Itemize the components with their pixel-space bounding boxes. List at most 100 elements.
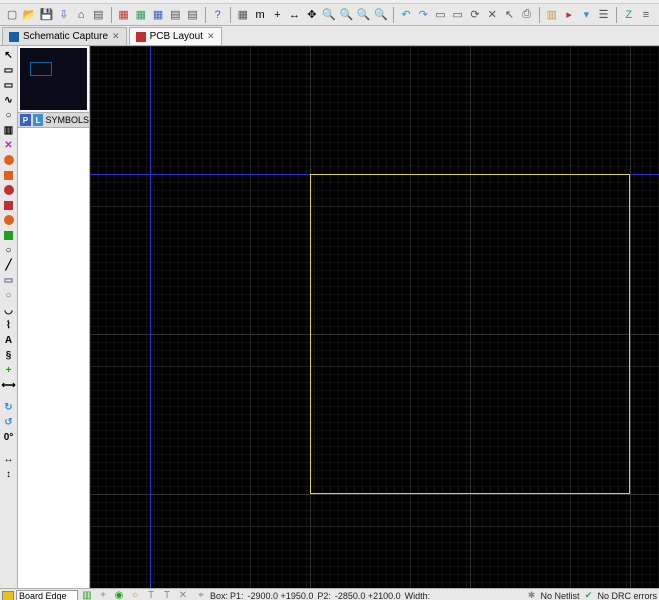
block-rotate-button[interactable]: ⟳ [467,6,483,24]
origin-button[interactable]: + [269,6,285,24]
toggle-m-button[interactable]: m [252,6,268,24]
status-bar: ▥+◉○TT✕⌖ Box: P1: -2900.0 +1950.0 P2: -2… [0,588,659,600]
pan-button[interactable]: ✥ [304,6,320,24]
undo-button[interactable]: ↶ [398,6,414,24]
pcb-layout-button[interactable]: ▦ [115,6,131,24]
autoroute-button[interactable]: Z [621,6,637,24]
round-through-tool[interactable] [2,153,16,167]
origin-line-vertical [150,46,151,588]
marker-tool[interactable]: + [2,363,16,377]
line-2d-tool[interactable]: ╱ [2,258,16,272]
round-smd-tool[interactable] [2,183,16,197]
p2-label: P2: [317,591,331,600]
major-gridline [630,46,631,588]
netlist-status-icon: ✱ [524,589,538,600]
dimension-tool[interactable]: ⟷ [2,378,16,392]
mirror-h-tool[interactable]: ↔ [2,452,16,466]
left-toolbar: ↖▭▭∿○▥✕○╱▭○◡⌇A§+⟷↻↺0°↔↕ [0,46,18,588]
net-class-button[interactable]: ≡ [638,6,654,24]
lib-manager-icon[interactable]: L [33,114,44,126]
ratsnest-tool[interactable]: ✕ [2,138,16,152]
package-mode-tool[interactable]: ▭ [2,78,16,92]
pcb-canvas[interactable] [90,46,659,588]
gerber-button[interactable]: ▦ [150,6,166,24]
drc-status-icon: ✔ [581,589,595,600]
print-button[interactable]: ⎙ [519,6,535,24]
filter-button[interactable]: ▾ [578,6,594,24]
pcb-3d-button[interactable]: ▦ [133,6,149,24]
tab-schematic-capture[interactable]: Schematic Capture ✕ [2,27,127,45]
layer-selector[interactable] [2,590,78,600]
overview-preview[interactable] [20,48,87,110]
tab-icon [9,32,19,42]
bom-button[interactable]: ▤ [167,6,183,24]
live-button[interactable]: ▸ [561,6,577,24]
open-samples-button[interactable]: ▤ [90,6,106,24]
tab-label: PCB Layout [150,31,203,42]
tab-close-icon[interactable]: ✕ [207,31,215,42]
drc-status: No DRC errors [597,591,657,600]
square-smd-tool[interactable] [2,198,16,212]
circle-pad-tool[interactable]: ○ [2,243,16,257]
edge-pad-tool[interactable] [2,228,16,242]
symbol-list[interactable] [18,128,89,588]
arc-2d-tool[interactable]: ◡ [2,303,16,317]
pick-package-icon[interactable]: P [20,114,31,126]
tab-icon [136,32,146,42]
text-2d-tool[interactable]: A [2,333,16,347]
project-notes-button[interactable]: ▤ [184,6,200,24]
home-button[interactable]: ⌂ [73,6,89,24]
zone-1-button[interactable]: ◉ [112,589,126,600]
block-copy-button[interactable]: ▭ [432,6,448,24]
box-2d-tool[interactable]: ▭ [2,273,16,287]
rotate-ccw-tool[interactable]: ↺ [2,415,16,429]
box-label: Box: [210,591,228,600]
zone-mode-tool[interactable]: ▥ [2,123,16,137]
tab-pcb-layout[interactable]: PCB Layout ✕ [129,27,222,45]
toggle-x-button[interactable]: ✕ [176,589,190,600]
origin-pick-button[interactable]: ⌖ [194,589,208,600]
toggle-t1-button[interactable]: T [144,589,158,600]
mirror-v-tool[interactable]: ↕ [2,467,16,481]
layer-field[interactable] [16,590,78,600]
angle-0-tool[interactable]: 0° [2,430,16,444]
board-edge-outline[interactable] [310,174,630,494]
block-move-button[interactable]: ▭ [450,6,466,24]
import-button[interactable]: ⇩ [56,6,72,24]
panel-world-button[interactable]: ▥ [544,6,560,24]
toggle-layers-button[interactable]: ▥ [80,589,94,600]
design-explorer-button[interactable]: ☰ [595,6,611,24]
p2-value: -2850.0 +2100.0 [333,591,403,600]
new-file-button[interactable]: ▢ [4,6,20,24]
tab-close-icon[interactable]: ✕ [112,31,120,42]
layer-swatch [2,591,14,600]
component-mode-tool[interactable]: ▭ [2,63,16,77]
via-mode-tool[interactable]: ○ [2,108,16,122]
overview-viewport-rect [30,62,52,76]
major-gridline [90,494,659,495]
redo-button[interactable]: ↷ [415,6,431,24]
open-file-button[interactable]: 📂 [21,6,37,24]
toggle-grid-button[interactable]: ▦ [235,6,251,24]
zoom-area-button[interactable]: 🔍 [373,6,389,24]
selection-mode-tool[interactable]: ↖ [2,48,16,62]
zoom-full-button[interactable]: 🔍 [355,6,371,24]
pick-button[interactable]: ↖ [501,6,517,24]
zoom-in-button[interactable]: 🔍 [321,6,337,24]
help-button[interactable]: ? [210,6,226,24]
track-mode-tool[interactable]: ∿ [2,93,16,107]
block-delete-button[interactable]: ✕ [484,6,500,24]
cursor-button[interactable]: ↔ [286,6,302,24]
tab-label: Schematic Capture [23,31,108,42]
rotate-cw-tool[interactable]: ↻ [2,400,16,414]
circle-2d-tool[interactable]: ○ [2,288,16,302]
save-button[interactable]: 💾 [39,6,55,24]
zone-2-button[interactable]: ○ [128,589,142,600]
polygon-pad-tool[interactable] [2,213,16,227]
path-2d-tool[interactable]: ⌇ [2,318,16,332]
symbol-2d-tool[interactable]: § [2,348,16,362]
square-through-tool[interactable] [2,168,16,182]
zoom-out-button[interactable]: 🔍 [338,6,354,24]
toggle-t2-button[interactable]: T [160,589,174,600]
mode-a-button[interactable]: + [96,589,110,600]
